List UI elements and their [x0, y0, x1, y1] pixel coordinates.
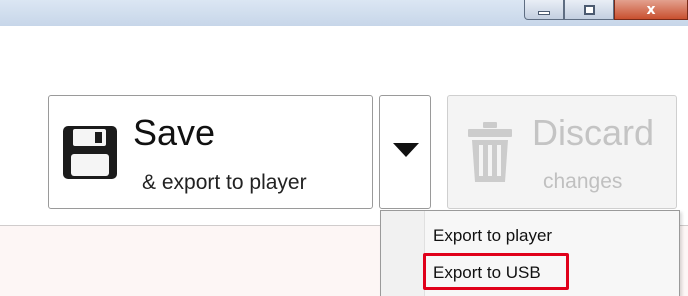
save-export-button[interactable]: Save & export to player: [48, 95, 373, 209]
save-subtitle: & export to player: [142, 171, 307, 194]
minimize-button[interactable]: [524, 0, 564, 20]
maximize-button[interactable]: [564, 0, 614, 20]
highlight-box: [423, 253, 569, 290]
maximize-icon: [583, 4, 595, 15]
close-icon: x: [646, 1, 656, 18]
export-options-dropdown-button[interactable]: [379, 95, 431, 209]
close-button[interactable]: x: [614, 0, 688, 20]
floppy-disk-icon: [63, 126, 117, 179]
menu-item-export-to-player[interactable]: Export to player: [433, 226, 552, 246]
minimize-icon: [538, 10, 550, 15]
discard-subtitle: changes: [543, 170, 623, 193]
menu-icon-gutter: [381, 211, 425, 296]
trash-icon: [468, 122, 512, 182]
window-titlebar: x: [0, 0, 688, 26]
triangle-down-icon: [393, 143, 419, 157]
save-title: Save: [133, 112, 216, 153]
discard-changes-button[interactable]: Discard changes: [447, 95, 677, 209]
discard-title: Discard: [532, 112, 655, 153]
